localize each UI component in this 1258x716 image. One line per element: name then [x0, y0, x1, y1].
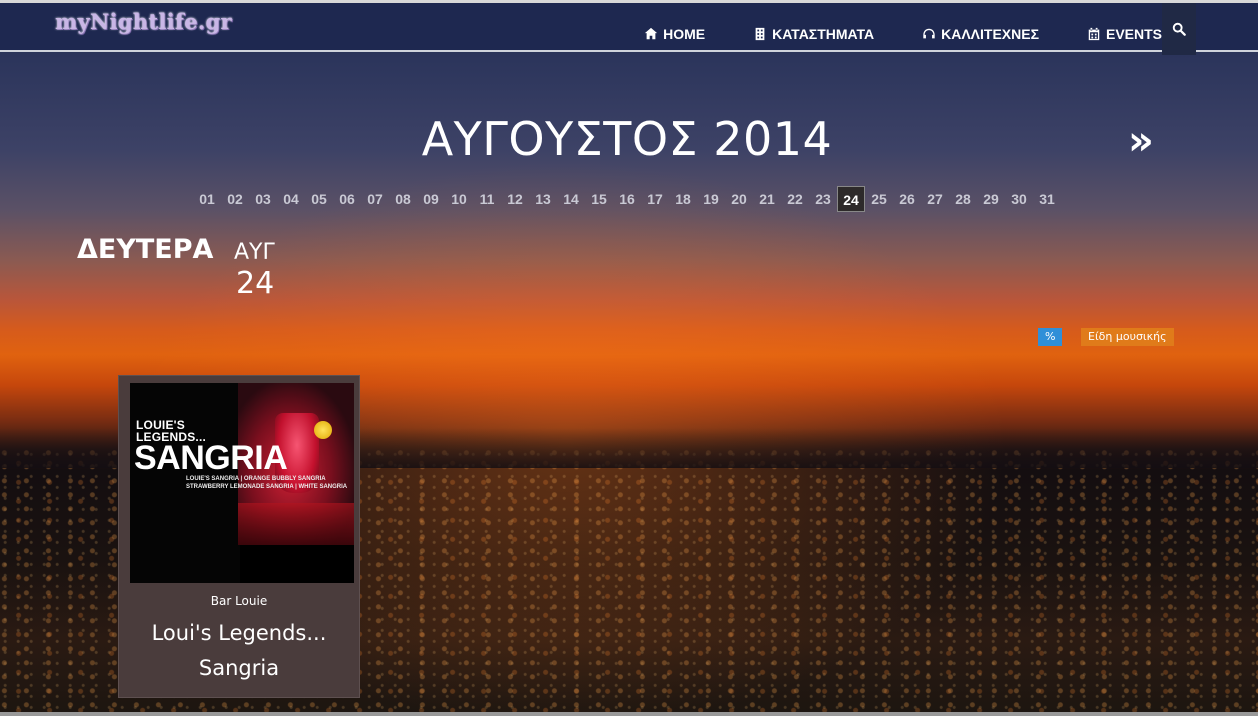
day-link[interactable]: 26: [893, 186, 921, 212]
search-icon: [1172, 22, 1186, 36]
selected-month-abbr: ΑΥΓ: [234, 240, 275, 265]
day-selector: 01 02 03 04 05 06 07 08 09 10 11 12 13 14 15 16 17 18 19 20…: [193, 186, 1061, 212]
day-link[interactable]: 08: [389, 186, 417, 212]
day-link[interactable]: 31: [1033, 186, 1061, 212]
day-link[interactable]: 05: [305, 186, 333, 212]
nav-item-label: HOME: [663, 25, 706, 42]
selected-day-number: 24: [236, 266, 275, 301]
day-link[interactable]: 23: [809, 186, 837, 212]
day-link[interactable]: 02: [221, 186, 249, 212]
next-month-button[interactable]: »: [1128, 118, 1154, 164]
day-link[interactable]: 22: [781, 186, 809, 212]
nav-item-events[interactable]: EVENTS: [1087, 3, 1162, 52]
nav-item-stores[interactable]: ΚΑΤΑΣΤΗΜΑΤΑ: [753, 3, 874, 52]
nav-item-home[interactable]: HOME: [644, 3, 705, 52]
nav-item-label: EVENTS: [1105, 25, 1162, 42]
building-icon: [755, 27, 765, 40]
event-venue[interactable]: Bar Louie: [119, 594, 359, 608]
event-title[interactable]: Loui's Legends... Sangria: [125, 616, 353, 686]
day-link[interactable]: 18: [669, 186, 697, 212]
day-link[interactable]: 12: [501, 186, 529, 212]
headphones-icon: [923, 28, 935, 38]
site-logo[interactable]: myNightlife.gr: [55, 9, 232, 34]
day-link[interactable]: 27: [921, 186, 949, 212]
day-link[interactable]: 04: [277, 186, 305, 212]
event-card[interactable]: LOUIE'S LEGENDS... SANGRIA LOUIE'S SANGR…: [118, 375, 360, 698]
event-image-big-title: SANGRIA: [134, 439, 288, 477]
day-link[interactable]: 24: [837, 186, 865, 212]
day-link[interactable]: 14: [557, 186, 585, 212]
search-button[interactable]: [1162, 3, 1196, 55]
selected-weekday: ΔΕΥΤΕΡΑ: [77, 234, 214, 265]
nav-item-label: ΚΑΤΑΣΤΗΜΑΤΑ: [772, 25, 875, 42]
nav-item-artists[interactable]: ΚΑΛΛΙΤΕΧΝΕΣ: [922, 3, 1039, 52]
lemon-graphic: [314, 421, 332, 439]
day-link[interactable]: 13: [529, 186, 557, 212]
calendar-icon: [1088, 27, 1100, 40]
percent-filter-button[interactable]: %: [1038, 328, 1063, 346]
browser-bottom-bar: [0, 712, 1258, 716]
site-header: myNightlife.gr HOME ΚΑΤΑΣΤΗΜΑΤΑ ΚΑΛΛΙΤΕΧ…: [0, 3, 1258, 52]
day-link[interactable]: 28: [949, 186, 977, 212]
home-icon: [645, 27, 658, 39]
day-link[interactable]: 01: [193, 186, 221, 212]
day-link[interactable]: 15: [585, 186, 613, 212]
day-link[interactable]: 19: [697, 186, 725, 212]
day-link[interactable]: 25: [865, 186, 893, 212]
event-image-subtitle: LOUIE'S SANGRIA | ORANGE BUBBLY SANGRIA …: [186, 475, 354, 491]
day-link[interactable]: 17: [641, 186, 669, 212]
day-link[interactable]: 16: [613, 186, 641, 212]
day-link[interactable]: 20: [725, 186, 753, 212]
day-link[interactable]: 11: [473, 186, 501, 212]
month-title: ΑΥΓΟΥΣΤΟΣ 2014: [421, 112, 833, 166]
day-link[interactable]: 10: [445, 186, 473, 212]
main-nav: HOME ΚΑΤΑΣΤΗΜΑΤΑ ΚΑΛΛΙΤΕΧΝΕΣ EVENTS: [596, 3, 1196, 52]
day-link[interactable]: 29: [977, 186, 1005, 212]
day-link[interactable]: 09: [417, 186, 445, 212]
music-genre-filter-button[interactable]: Είδη μουσικής: [1081, 328, 1174, 346]
nav-item-label: ΚΑΛΛΙΤΕΧΝΕΣ: [941, 25, 1039, 42]
event-image[interactable]: LOUIE'S LEGENDS... SANGRIA LOUIE'S SANGR…: [130, 383, 354, 583]
day-link[interactable]: 03: [249, 186, 277, 212]
day-link[interactable]: 21: [753, 186, 781, 212]
day-link[interactable]: 06: [333, 186, 361, 212]
event-image-subtitle-line1: LOUIE'S SANGRIA | ORANGE BUBBLY SANGRIA: [186, 476, 326, 482]
event-image-floor: [238, 503, 354, 545]
event-image-subtitle-line2: STRAWBERRY LEMONADE SANGRIA | WHITE SANG…: [186, 484, 348, 490]
day-link[interactable]: 07: [361, 186, 389, 212]
day-link[interactable]: 30: [1005, 186, 1033, 212]
